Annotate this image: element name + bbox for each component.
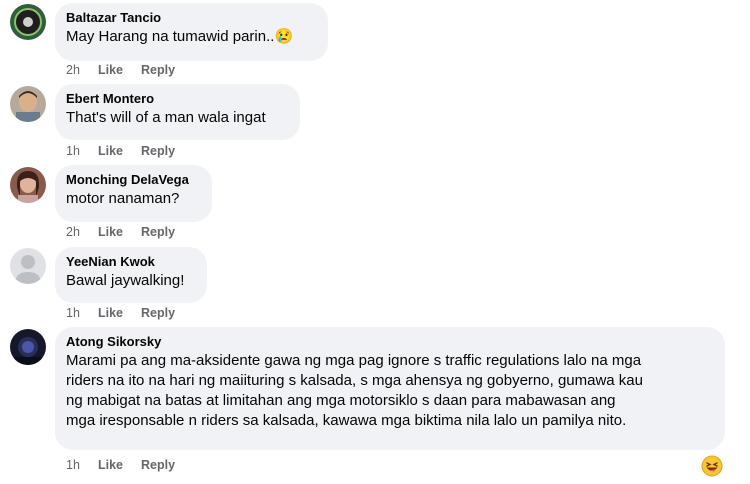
avatar[interactable] [10,248,46,284]
comment-text: motor nanaman? [66,190,180,207]
comment-actions: 2h Like Reply [66,224,175,240]
comment-author[interactable]: Baltazar Tancio [66,10,316,26]
reply-button[interactable]: Reply [141,457,175,473]
avatar[interactable] [10,86,46,122]
comment-text: May Harang na tumawid parin..😢 [66,27,316,47]
avatar[interactable] [10,167,46,203]
like-button[interactable]: Like [98,143,141,159]
comment-text-line: Marami pa ang ma-aksidente gawa ng mga p… [66,352,642,369]
comment-author[interactable]: Atong Sikorsky [66,334,713,350]
comment-text: That's will of a man wala ingat [66,109,266,126]
comment-time[interactable]: 2h [66,224,98,240]
comment-bubble: Baltazar Tancio May Harang na tumawid pa… [55,3,328,61]
sad-emoji-icon: 😢 [274,28,294,45]
comment-time[interactable]: 2h [66,62,98,78]
reply-button[interactable]: Reply [141,62,175,78]
like-button[interactable]: Like [98,224,141,240]
comment-actions: 1h Like Reply [66,143,175,159]
like-button[interactable]: Like [98,305,141,321]
comment-actions: 1h Like Reply [66,457,175,473]
comment-bubble: Ebert Montero That's will of a man wala … [55,84,300,140]
reply-button[interactable]: Reply [141,143,175,159]
comment-bubble: YeeNian Kwok Bawal jaywalking! [55,247,207,303]
comment-text-line: ng mabigat na batas at limitahan ang mga… [66,392,616,409]
comment-actions: 2h Like Reply [66,62,175,78]
comment-text-content: May Harang na tumawid parin.. [66,28,275,45]
reply-button[interactable]: Reply [141,224,175,240]
comment-text: Bawal jaywalking! [66,272,185,289]
comment-actions: 1h Like Reply [66,305,175,321]
reply-button[interactable]: Reply [141,305,175,321]
comment-author[interactable]: Monching DelaVega [66,172,200,188]
comment-text-line: mga iresponsable n riders sa kalsada, ka… [66,412,627,429]
comment-text-line: riders na ito na hari ng maiituring s ka… [66,372,643,389]
avatar[interactable] [10,4,46,40]
comment-text: Marami pa ang ma-aksidente gawa ng mga p… [66,351,713,431]
like-button[interactable]: Like [98,62,141,78]
like-button[interactable]: Like [98,457,141,473]
comment-time[interactable]: 1h [66,457,98,473]
comment-time[interactable]: 1h [66,143,98,159]
laughing-emoji-icon[interactable] [701,455,723,477]
avatar[interactable] [10,329,46,365]
comment-bubble: Monching DelaVega motor nanaman? [55,165,212,222]
comment-bubble: Atong Sikorsky Marami pa ang ma-aksident… [55,327,725,450]
comment-author[interactable]: YeeNian Kwok [66,254,195,270]
comment-author[interactable]: Ebert Montero [66,91,288,107]
comment-time[interactable]: 1h [66,305,98,321]
